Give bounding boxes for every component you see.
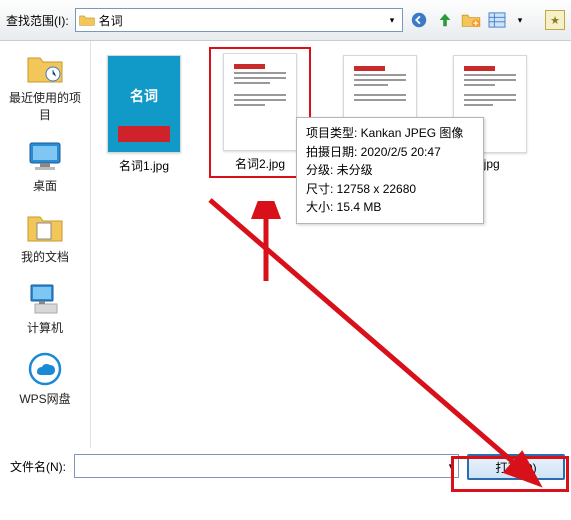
file-name: 名词1.jpg (119, 157, 169, 174)
sidebar-item-label: 最近使用的项目 (5, 89, 85, 123)
file-tooltip: 项目类型: Kankan JPEG 图像 拍摄日期: 2020/2/5 20:4… (296, 117, 484, 224)
chevron-down-icon[interactable]: ▾ (444, 456, 458, 476)
file-name-label: 文件名(N): (10, 454, 66, 475)
back-icon[interactable] (409, 10, 429, 30)
sidebar-item-label: 我的文档 (21, 248, 69, 265)
desktop-icon (25, 137, 65, 175)
views-icon[interactable] (487, 10, 507, 30)
file-thumbnail (223, 53, 297, 151)
look-in-label: 查找范围(I): (6, 12, 69, 29)
sidebar-item-computer[interactable]: 计算机 (5, 279, 85, 336)
sidebar-item-documents[interactable]: 我的文档 (5, 208, 85, 265)
file-name: 名词2.jpg (235, 155, 285, 172)
views-chevron-down-icon[interactable]: ▾ (513, 10, 527, 30)
look-in-combo[interactable]: 名词 ▾ (75, 8, 403, 32)
file-thumbnail: 名词 (107, 55, 181, 153)
cloud-icon (25, 350, 65, 388)
look-in-value: 名词 (95, 12, 385, 29)
computer-icon (25, 279, 65, 317)
file-item-selected[interactable]: 名词2.jpg (215, 53, 305, 172)
sidebar-item-label: WPS网盘 (19, 390, 70, 407)
folder-icon (79, 13, 95, 27)
open-button[interactable]: 打开(O) (467, 454, 565, 480)
annotation-arrow (231, 201, 301, 291)
file-name-input[interactable] (75, 456, 444, 476)
recent-icon (25, 49, 65, 87)
file-item[interactable]: 名词 名词1.jpg (99, 55, 189, 178)
sidebar-item-recent[interactable]: 最近使用的项目 (5, 49, 85, 123)
favorite-icon[interactable]: ★ (545, 10, 565, 30)
file-list-pane[interactable]: 名词 名词1.jpg 名词2.jpg (90, 41, 571, 471)
sidebar-item-label: 桌面 (33, 177, 57, 194)
new-folder-icon[interactable] (461, 10, 481, 30)
documents-icon (25, 208, 65, 246)
sidebar-item-desktop[interactable]: 桌面 (5, 137, 85, 194)
up-one-level-icon[interactable] (435, 10, 455, 30)
sidebar-item-label: 计算机 (27, 319, 63, 336)
chevron-down-icon[interactable]: ▾ (385, 10, 399, 30)
file-name-combo[interactable]: ▾ (74, 454, 459, 478)
sidebar-item-wps-cloud[interactable]: WPS网盘 (5, 350, 85, 407)
